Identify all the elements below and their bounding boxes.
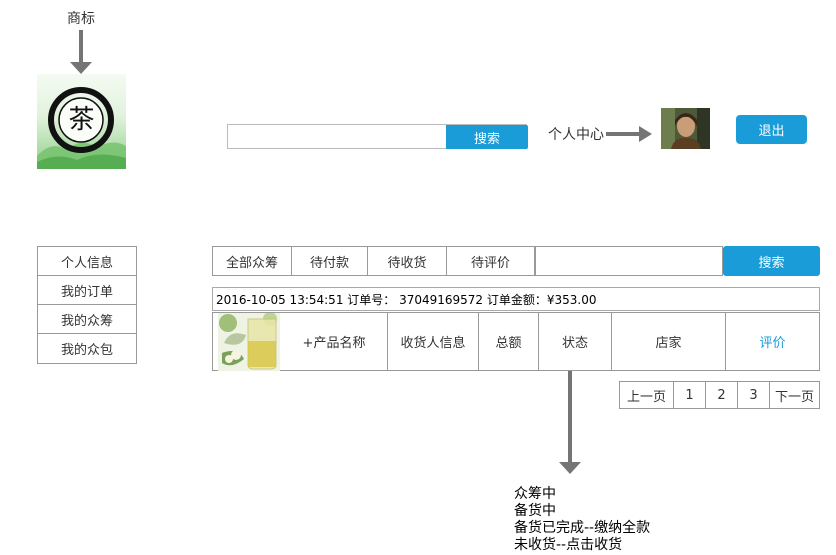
review-cell[interactable]: 评价 xyxy=(726,313,819,370)
sidebar-item-my-orders[interactable]: 我的订单 xyxy=(38,276,136,305)
page-1-button[interactable]: 1 xyxy=(674,382,706,408)
order-search-button-label: 搜索 xyxy=(758,255,785,271)
prev-page-label: 上一页 xyxy=(626,389,666,405)
page-3-button[interactable]: 3 xyxy=(738,382,770,408)
product-name-cell[interactable]: +产品名称 xyxy=(281,313,388,370)
personal-center-link[interactable]: 个人中心 xyxy=(548,124,604,144)
order-tabs: 全部众筹 待付款 待收货 待评价 xyxy=(212,246,535,276)
logout-button[interactable]: 退出 xyxy=(736,115,807,144)
logo-character: 茶 xyxy=(68,105,95,135)
order-info-bar: 2016-10-05 13:54:51 订单号： 37049169572 订单金… xyxy=(212,287,820,311)
total-amount-cell: 总额 xyxy=(479,313,539,370)
pagination: 上一页 1 2 3 下一页 xyxy=(619,381,820,409)
status-cell: 状态 xyxy=(539,313,612,370)
sidebar-item-label: 个人信息 xyxy=(60,255,113,271)
status-note: 备货已完成--缴纳全款 xyxy=(514,520,651,536)
header-search-button[interactable]: 搜索 xyxy=(446,125,528,149)
sidebar-item-personal-info[interactable]: 个人信息 xyxy=(38,247,136,276)
recipient-info-cell: 收货人信息 xyxy=(388,313,479,370)
page-number: 1 xyxy=(685,387,694,403)
tab-label: 待付款 xyxy=(309,255,349,271)
order-info-text: 2016-10-05 13:54:51 订单号： 37049169572 订单金… xyxy=(216,292,597,307)
tab-all-crowdfunding[interactable]: 全部众筹 xyxy=(213,247,292,275)
page-number: 3 xyxy=(749,387,758,403)
shop-label: 店家 xyxy=(655,336,682,351)
header-search-box: 搜索 xyxy=(227,124,528,149)
avatar[interactable] xyxy=(661,108,710,149)
order-search-button[interactable]: 搜索 xyxy=(723,246,820,276)
review-link[interactable]: 评价 xyxy=(759,332,785,351)
tab-pending-review[interactable]: 待评价 xyxy=(447,247,534,275)
product-thumbnail-cell xyxy=(213,312,281,371)
order-item-row: +产品名称 收货人信息 总额 状态 店家 评价 xyxy=(212,312,820,371)
status-annotation-notes: 众筹中 备货中 备货已完成--缴纳全款 未收货--点击收货 xyxy=(514,486,650,554)
sidebar-item-label: 我的众筹 xyxy=(60,313,113,329)
status-note: 众筹中 xyxy=(514,486,556,502)
sidebar-item-my-crowdfunding[interactable]: 我的众筹 xyxy=(38,305,136,334)
tab-pending-payment[interactable]: 待付款 xyxy=(292,247,368,275)
logout-button-label: 退出 xyxy=(758,124,785,139)
avatar-portrait-icon xyxy=(661,108,710,149)
tab-label: 待评价 xyxy=(470,255,510,271)
prev-page-button[interactable]: 上一页 xyxy=(620,382,674,408)
sidebar-item-label: 我的众包 xyxy=(60,343,113,358)
tea-product-image-icon xyxy=(218,312,280,371)
product-name-label: +产品名称 xyxy=(302,336,366,351)
logo[interactable]: 茶 xyxy=(37,74,126,169)
status-label: 状态 xyxy=(561,336,588,351)
logo-annotation-arrow xyxy=(70,30,92,74)
tab-label: 待收货 xyxy=(387,255,427,271)
logo-annotation-label: 商标 xyxy=(67,11,95,27)
sidebar-item-my-crowdsourcing[interactable]: 我的众包 xyxy=(38,334,136,363)
recipient-info-label: 收货人信息 xyxy=(400,336,466,351)
status-note: 备货中 xyxy=(514,503,556,519)
status-note: 未收货--点击收货 xyxy=(514,537,623,553)
total-amount-label: 总额 xyxy=(495,336,522,351)
next-page-button[interactable]: 下一页 xyxy=(770,382,819,408)
next-page-label: 下一页 xyxy=(774,389,814,405)
tab-label: 全部众筹 xyxy=(225,255,278,271)
product-thumbnail[interactable] xyxy=(218,312,280,371)
sidebar-item-label: 我的订单 xyxy=(60,284,113,300)
header-search-input[interactable] xyxy=(228,125,443,148)
page-2-button[interactable]: 2 xyxy=(706,382,738,408)
shop-cell[interactable]: 店家 xyxy=(612,313,726,370)
order-search-input[interactable] xyxy=(535,246,723,276)
header-search-button-label: 搜索 xyxy=(473,131,500,147)
sidebar-menu: 个人信息 我的订单 我的众筹 我的众包 xyxy=(37,246,137,364)
personal-center-arrow xyxy=(606,126,652,142)
status-annotation-arrow xyxy=(558,371,582,475)
tab-pending-receipt[interactable]: 待收货 xyxy=(368,247,447,275)
page-number: 2 xyxy=(717,387,726,403)
